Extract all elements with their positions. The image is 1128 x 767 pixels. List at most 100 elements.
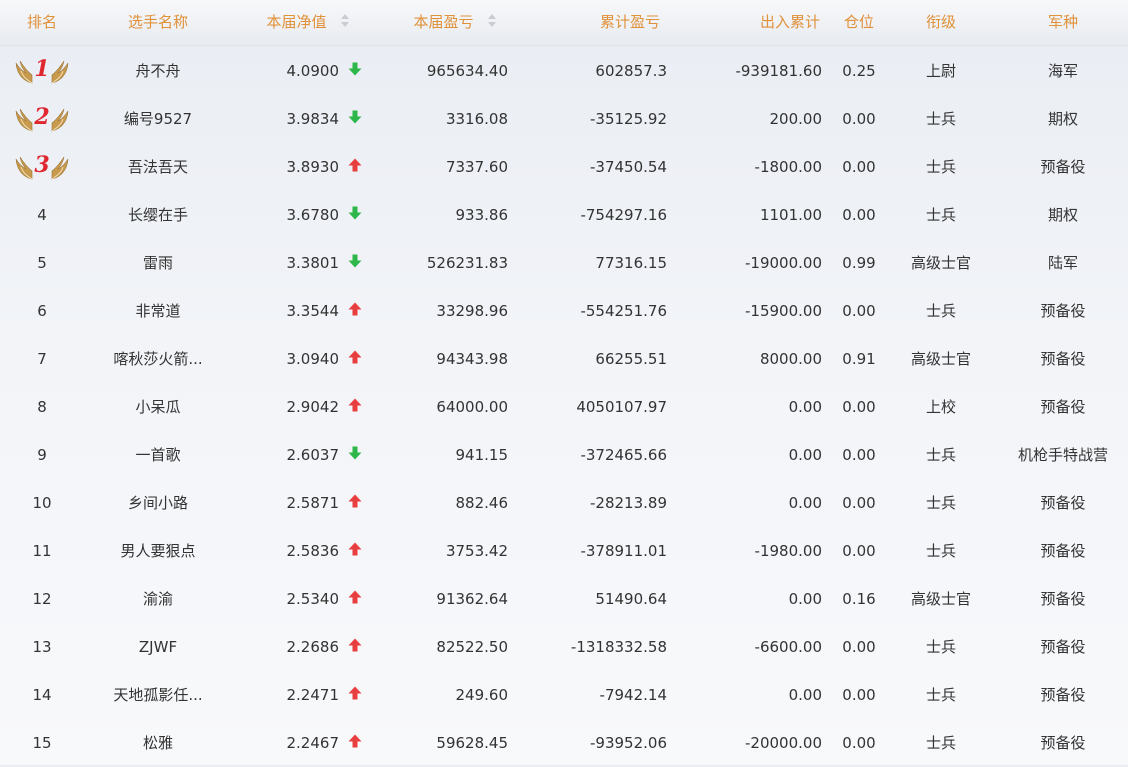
table-row[interactable]: 10 乡间小路 2.5871 882.46 -28213.89 0.00 0.0…	[0, 479, 1128, 527]
cumulative-pl: -554251.76	[580, 302, 667, 320]
nav-value: 3.6780	[286, 206, 340, 224]
cumulative-pl: -1318332.58	[570, 638, 667, 656]
player-name[interactable]: 松雅	[84, 719, 232, 767]
table-row[interactable]: 1 舟不舟 4.0900 965634.40 602857.3 -939181.…	[0, 47, 1128, 95]
period-pl: 249.60	[455, 686, 509, 704]
player-name[interactable]: 吾法吾天	[84, 143, 232, 191]
player-name[interactable]: 舟不舟	[84, 47, 232, 95]
table-row[interactable]: 14 天地孤影任... 2.2471 249.60 -7942.14 0.00 …	[0, 671, 1128, 719]
position-ratio: 0.00	[842, 734, 876, 752]
table-row[interactable]: 12 渝渝 2.5340 91362.64 51490.64 0.00 0.16…	[0, 575, 1128, 623]
in-out-total: -1980.00	[754, 542, 822, 560]
nav-value: 3.0940	[286, 350, 340, 368]
rank-title: 士兵	[925, 446, 956, 464]
player-name[interactable]: 一首歌	[84, 431, 232, 479]
position-ratio: 0.00	[842, 446, 876, 464]
rank-cell: 3	[0, 143, 84, 191]
player-name[interactable]: 小呆瓜	[84, 383, 232, 431]
table-row[interactable]: 8 小呆瓜 2.9042 64000.00 4050107.97 0.00 0.…	[0, 383, 1128, 431]
arm-type: 陆军	[1047, 254, 1078, 272]
in-out-total: -1800.00	[754, 158, 822, 176]
arm-type: 期权	[1047, 110, 1078, 128]
player-name[interactable]: 男人要狠点	[84, 527, 232, 575]
table-row[interactable]: 13 ZJWF 2.2686 82522.50 -1318332.58 -660…	[0, 623, 1128, 671]
in-out-total: 0.00	[788, 686, 822, 704]
arrow-up-icon	[341, 527, 369, 575]
position-ratio: 0.00	[842, 638, 876, 656]
rank-cell: 10	[32, 494, 52, 512]
period-pl: 64000.00	[436, 398, 508, 416]
table-row[interactable]: 4 长缨在手 3.6780 933.86 -754297.16 1101.00 …	[0, 191, 1128, 239]
table-row[interactable]: 9 一首歌 2.6037 941.15 -372465.66 0.00 0.00…	[0, 431, 1128, 479]
in-out-total: -19000.00	[745, 254, 822, 272]
arm-type: 预备役	[1040, 542, 1086, 560]
player-name[interactable]: 天地孤影任...	[84, 671, 232, 719]
cumulative-pl: -28213.89	[590, 494, 667, 512]
position-ratio: 0.99	[842, 254, 876, 272]
rank-cell: 11	[32, 542, 52, 560]
nav-value: 3.8930	[286, 158, 340, 176]
table-row[interactable]: 3 吾法吾天 3.8930 7337.60 -37450.54 -1800.00…	[0, 143, 1128, 191]
player-name[interactable]: 雷雨	[84, 239, 232, 287]
period-pl: 94343.98	[436, 350, 508, 368]
sort-icon[interactable]	[487, 13, 497, 28]
in-out-total: 0.00	[788, 398, 822, 416]
nav-value: 3.3801	[286, 254, 340, 272]
arm-type: 预备役	[1040, 734, 1086, 752]
period-pl: 7337.60	[445, 158, 508, 176]
in-out-total: 200.00	[769, 110, 823, 128]
position-ratio: 0.91	[842, 350, 876, 368]
header-position: 仓位	[843, 13, 874, 31]
player-name[interactable]: 喀秋莎火箭...	[84, 335, 232, 383]
header-pl-sortable[interactable]: 本届盈亏	[390, 0, 520, 45]
arrow-down-icon	[341, 431, 369, 479]
player-name[interactable]: 渝渝	[84, 575, 232, 623]
position-ratio: 0.00	[842, 398, 876, 416]
table-row[interactable]: 6 非常道 3.3544 33298.96 -554251.76 -15900.…	[0, 287, 1128, 335]
in-out-total: -939181.60	[735, 62, 822, 80]
rank-cell: 7	[37, 350, 47, 368]
period-pl: 965634.40	[426, 62, 508, 80]
period-pl: 882.46	[455, 494, 509, 512]
table-row[interactable]: 7 喀秋莎火箭... 3.0940 94343.98 66255.51 8000…	[0, 335, 1128, 383]
header-pl: 本届盈亏	[413, 13, 474, 31]
rank-title: 士兵	[925, 542, 956, 560]
position-ratio: 0.25	[842, 62, 876, 80]
table-row[interactable]: 5 雷雨 3.3801 526231.83 77316.15 -19000.00…	[0, 239, 1128, 287]
rank-title: 上校	[925, 398, 956, 416]
arrow-up-icon	[341, 479, 369, 527]
player-name[interactable]: 长缨在手	[84, 191, 232, 239]
arrow-up-icon	[341, 671, 369, 719]
period-pl: 82522.50	[436, 638, 508, 656]
arrow-down-icon	[341, 239, 369, 287]
position-ratio: 0.00	[842, 686, 876, 704]
cumulative-pl: 66255.51	[595, 350, 667, 368]
rank-title: 士兵	[925, 110, 956, 128]
rank-cell: 12	[32, 590, 52, 608]
rank-title: 高级士官	[910, 350, 971, 368]
table-row[interactable]: 2 编号9527 3.9834 3316.08 -35125.92 200.00…	[0, 95, 1128, 143]
table-row[interactable]: 11 男人要狠点 2.5836 3753.42 -378911.01 -1980…	[0, 527, 1128, 575]
position-ratio: 0.00	[842, 158, 876, 176]
position-ratio: 0.00	[842, 494, 876, 512]
cumulative-pl: -37450.54	[590, 158, 667, 176]
header-nav-sortable[interactable]: 本届净值	[236, 0, 380, 45]
player-name[interactable]: 非常道	[84, 287, 232, 335]
sort-icon[interactable]	[340, 13, 350, 28]
in-out-total: 0.00	[788, 446, 822, 464]
arrow-up-icon	[341, 143, 369, 191]
table-row[interactable]: 15 松雅 2.2467 59628.45 -93952.06 -20000.0…	[0, 719, 1128, 767]
nav-value: 2.2467	[286, 734, 340, 752]
rank-number: 3	[34, 152, 50, 178]
nav-value: 3.9834	[286, 110, 340, 128]
player-name[interactable]: 编号9527	[84, 95, 232, 143]
arm-type: 机枪手特战营	[1017, 446, 1108, 464]
player-name[interactable]: 乡间小路	[84, 479, 232, 527]
in-out-total: -15900.00	[745, 302, 822, 320]
nav-value: 2.9042	[286, 398, 340, 416]
rank-cell: 6	[37, 302, 47, 320]
rank-title: 士兵	[925, 638, 956, 656]
position-ratio: 0.00	[842, 110, 876, 128]
arm-type: 预备役	[1040, 302, 1086, 320]
player-name[interactable]: ZJWF	[84, 623, 232, 671]
